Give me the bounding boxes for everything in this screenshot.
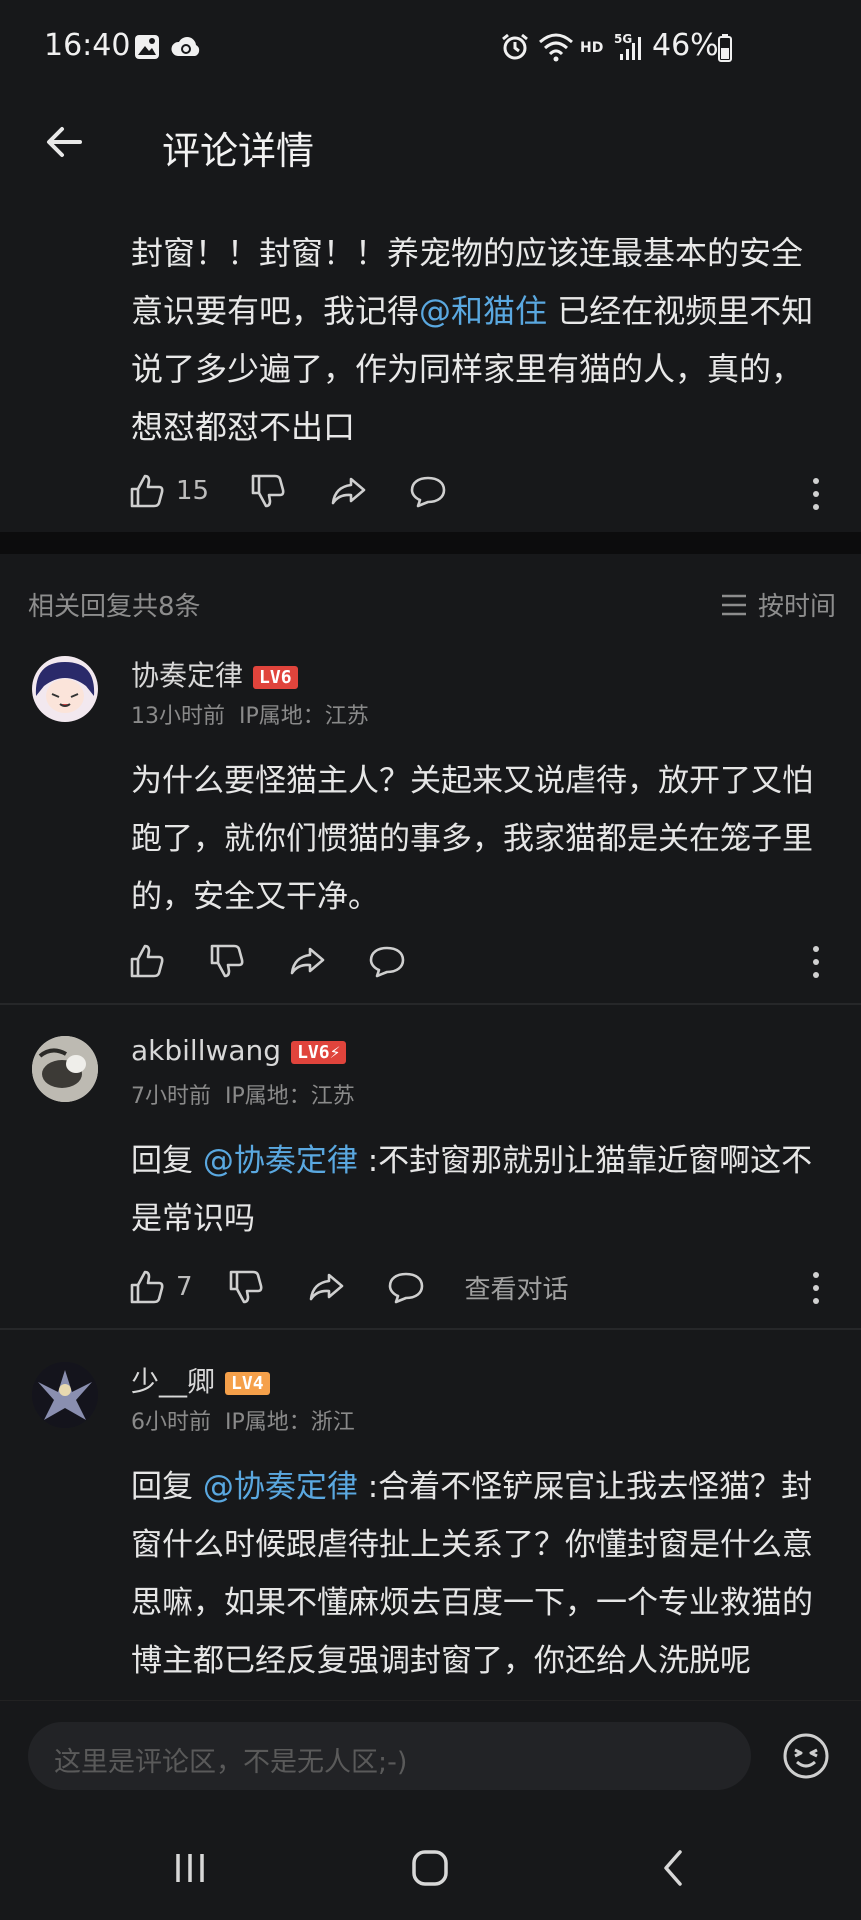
- username-text[interactable]: akbillwang: [131, 1034, 281, 1067]
- like-count: 15: [176, 476, 210, 506]
- share-button[interactable]: [329, 472, 367, 510]
- reply-meta: 13小时前 IP属地：江苏: [131, 698, 369, 730]
- mention-link[interactable]: @和猫住: [419, 292, 547, 330]
- avatar[interactable]: [32, 1036, 98, 1102]
- sort-label: 按时间: [758, 592, 837, 622]
- comment-icon: [388, 1272, 423, 1304]
- reply-text: 回复 @协奏定律 :合着不怪铲屎官让我去怪猫？封窗什么时候跟虐待扯上关系了？你懂…: [131, 1458, 831, 1690]
- alarm-icon: [502, 33, 528, 60]
- nav-back-icon[interactable]: [656, 1848, 692, 1888]
- reply-divider: [0, 1003, 861, 1005]
- level-badge: LV4: [225, 1371, 270, 1395]
- reply-text: 为什么要怪猫主人？关起来又说虐待，放开了又怕跑了，就你们惯猫的事多，我家猫都是关…: [131, 763, 813, 915]
- main-comment-actions: 15: [128, 472, 447, 510]
- system-nav-bar: [0, 1820, 861, 1920]
- share-icon: [309, 1273, 343, 1301]
- level-badge: LV6⚡: [291, 1040, 347, 1064]
- reply-button[interactable]: [387, 1268, 425, 1306]
- thumb-down-icon: [229, 1270, 263, 1304]
- avatar[interactable]: [32, 1362, 98, 1428]
- thumb-down-icon: [251, 474, 285, 508]
- avatar[interactable]: [32, 656, 98, 722]
- reply-button[interactable]: [409, 472, 447, 510]
- reply-username[interactable]: akbillwang LV6⚡: [131, 1034, 347, 1067]
- thumb-up-icon: [130, 944, 164, 978]
- battery-icon: [718, 34, 732, 62]
- reply-meta: 7小时前 IP属地：江苏: [131, 1078, 355, 1110]
- reply-username[interactable]: 少__卿 LV4: [131, 1360, 270, 1400]
- mention-link[interactable]: @协奏定律: [203, 1143, 358, 1179]
- username-text[interactable]: 少__卿: [131, 1365, 215, 1398]
- hd-indicator: HD: [580, 40, 604, 56]
- page-title: 评论详情: [162, 129, 315, 173]
- reply-ip: IP属地：江苏: [239, 704, 369, 729]
- status-time: 16:40: [44, 28, 131, 63]
- like-count: 7: [176, 1272, 193, 1302]
- more-vertical-icon[interactable]: [811, 476, 821, 512]
- reply-ip: IP属地：江苏: [225, 1084, 355, 1109]
- view-conversation-link[interactable]: 查看对话: [465, 1269, 569, 1306]
- thumb-down-icon: [210, 944, 244, 978]
- username-text[interactable]: 协奏定律: [131, 659, 243, 692]
- reply-ip: IP属地：浙江: [225, 1410, 355, 1435]
- reply-button[interactable]: [368, 942, 406, 980]
- comment-icon: [410, 476, 446, 508]
- reply-prefix: 回复: [131, 1143, 203, 1179]
- reply-username[interactable]: 协奏定律 LV6: [131, 654, 298, 694]
- share-icon: [290, 947, 325, 975]
- recent-apps-icon[interactable]: [172, 1850, 208, 1886]
- share-button[interactable]: [307, 1268, 345, 1306]
- comment-icon: [369, 946, 405, 978]
- status-bar: 16:40 HD 5G 46%: [0, 0, 861, 96]
- dislike-button[interactable]: [249, 472, 287, 510]
- replies-count: 相关回复共8条: [28, 592, 201, 622]
- reply-divider: [0, 1328, 861, 1330]
- like-button[interactable]: 15: [128, 472, 209, 510]
- reply-time: 6小时前: [131, 1410, 211, 1435]
- reply-prefix: 回复: [131, 1469, 203, 1505]
- reply-actions: 7 查看对话: [128, 1268, 569, 1306]
- thumb-up-icon: [130, 474, 164, 508]
- cloud-sync-icon: [171, 37, 200, 56]
- more-vertical-icon[interactable]: [811, 1270, 821, 1306]
- level-badge: LV6: [253, 665, 298, 689]
- share-icon: [331, 477, 366, 505]
- comment-input[interactable]: 这里是评论区，不是无人区;-): [28, 1722, 751, 1790]
- gallery-icon: [135, 35, 159, 59]
- battery-percent: 46%: [652, 28, 719, 63]
- reply-time: 7小时前: [131, 1084, 211, 1109]
- section-divider: [0, 532, 861, 554]
- share-button[interactable]: [288, 942, 326, 980]
- reply-actions: [128, 942, 406, 980]
- more-vertical-icon[interactable]: [811, 944, 821, 980]
- back-arrow-icon[interactable]: [40, 118, 88, 166]
- signal-icon: [620, 37, 641, 60]
- dislike-button[interactable]: [227, 1268, 265, 1306]
- dislike-button[interactable]: [208, 942, 246, 980]
- reply-time: 13小时前: [131, 704, 225, 729]
- list-icon: [722, 594, 746, 615]
- reply-text: 回复 @协奏定律 :不封窗那就别让猫靠近窗啊这不是常识吗: [131, 1132, 831, 1248]
- main-comment-text: 封窗！！封窗！！养宠物的应该连最基本的安全意识要有吧，我记得@和猫住 已经在视频…: [131, 224, 831, 456]
- thumb-up-icon: [130, 1270, 164, 1304]
- wifi-icon: [539, 33, 573, 62]
- home-icon[interactable]: [410, 1848, 450, 1888]
- like-button[interactable]: [128, 942, 166, 980]
- comment-input-placeholder: 这里是评论区，不是无人区;-): [54, 1747, 408, 1778]
- reply-meta: 6小时前 IP属地：浙江: [131, 1404, 355, 1436]
- emoji-icon[interactable]: [782, 1732, 830, 1780]
- like-button[interactable]: 7: [128, 1268, 193, 1306]
- mention-link[interactable]: @协奏定律: [203, 1469, 358, 1505]
- sort-button[interactable]: 按时间: [720, 586, 836, 623]
